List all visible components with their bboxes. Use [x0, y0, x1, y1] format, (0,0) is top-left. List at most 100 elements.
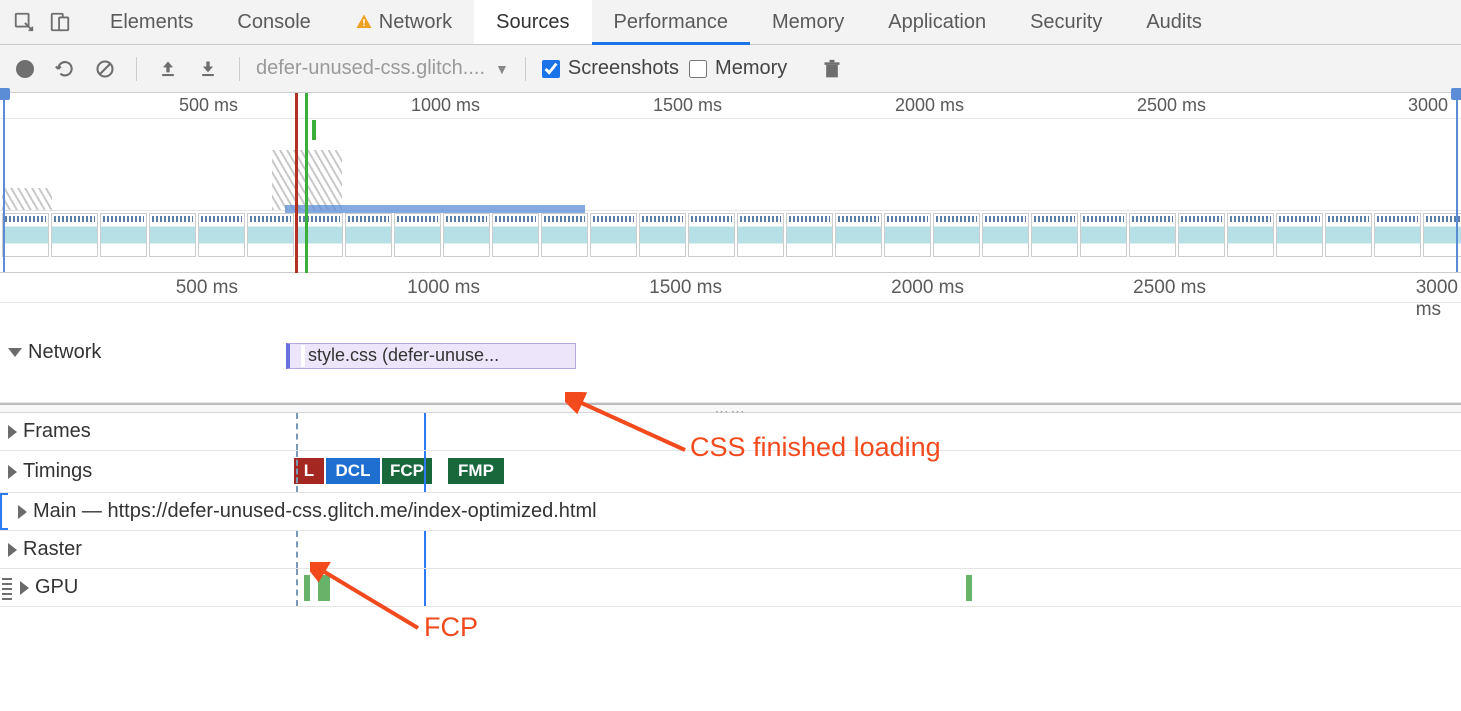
record-button[interactable]	[10, 54, 40, 84]
filmstrip-frame[interactable]	[639, 213, 686, 257]
filmstrip-frame[interactable]	[835, 213, 882, 257]
gpu-stripes-icon	[2, 575, 12, 600]
track-raster-header[interactable]: Raster	[0, 531, 286, 568]
filmstrip-frame[interactable]	[1031, 213, 1078, 257]
filmstrip-frame[interactable]	[149, 213, 196, 257]
track-timings-header[interactable]: Timings	[0, 451, 286, 492]
track-gpu-body[interactable]	[286, 569, 1461, 606]
recording-selector[interactable]: defer-unused-css.glitch.... ▼	[256, 57, 509, 80]
tab-memory[interactable]: Memory	[750, 0, 866, 44]
tab-audits[interactable]: Audits	[1124, 0, 1224, 44]
timing-marker-fmp[interactable]: FMP	[448, 458, 504, 484]
disclosure-triangle-icon	[8, 543, 17, 557]
track-main-header[interactable]: Main — https://defer-unused-css.glitch.m…	[0, 493, 605, 530]
clear-button[interactable]	[90, 54, 120, 84]
filmstrip-frame[interactable]	[933, 213, 980, 257]
annotation-fcp: FCP	[424, 612, 478, 643]
filmstrip-frame[interactable]	[1374, 213, 1421, 257]
track-frames-body[interactable]	[286, 413, 1461, 450]
track-frames-header[interactable]: Frames	[0, 413, 286, 450]
download-profile-icon[interactable]	[193, 54, 223, 84]
network-request-label: style.css (defer-unuse...	[308, 345, 499, 365]
filmstrip-frame[interactable]	[1129, 213, 1176, 257]
gpu-task[interactable]	[304, 575, 310, 601]
detail-ruler: 500 ms 1000 ms 1500 ms 2000 ms 2500 ms 3…	[0, 273, 1461, 303]
timing-marker-l[interactable]: L	[294, 458, 324, 484]
garbage-collect-icon[interactable]	[817, 54, 847, 84]
filmstrip-frame[interactable]	[590, 213, 637, 257]
flamechart-details: 500 ms 1000 ms 1500 ms 2000 ms 2500 ms 3…	[0, 273, 1461, 607]
filmstrip-frame[interactable]	[1423, 213, 1461, 257]
device-toolbar-icon[interactable]	[42, 0, 78, 44]
filmstrip-frame[interactable]	[1227, 213, 1274, 257]
filmstrip-frame[interactable]	[737, 213, 784, 257]
filmstrip-frame[interactable]	[443, 213, 490, 257]
timing-marker-dcl[interactable]: DCL	[326, 458, 380, 484]
screenshots-filmstrip[interactable]	[0, 211, 1461, 267]
ruler-label: 1000 ms	[407, 277, 480, 299]
filmstrip-frame[interactable]	[247, 213, 294, 257]
tab-application[interactable]: Application	[866, 0, 1008, 44]
performance-toolbar: defer-unused-css.glitch.... ▼ Screenshot…	[0, 45, 1461, 93]
ruler-label: 2500 ms	[1133, 277, 1206, 299]
ruler-label: 500 ms	[176, 277, 238, 299]
inspect-element-icon[interactable]	[6, 0, 42, 44]
filmstrip-frame[interactable]	[296, 213, 343, 257]
track-raster-body[interactable]	[286, 531, 1461, 568]
track-network-label: Network	[28, 341, 101, 364]
filmstrip-frame[interactable]	[688, 213, 735, 257]
overview-marker-green	[305, 93, 308, 273]
ruler-label: 1000 ms	[411, 95, 480, 116]
tab-elements[interactable]: Elements	[88, 0, 215, 44]
gpu-task[interactable]	[318, 575, 330, 601]
tab-sources[interactable]: Sources	[474, 0, 591, 44]
track-raster: Raster	[0, 531, 1461, 569]
tab-performance[interactable]: Performance	[592, 0, 751, 44]
filmstrip-frame[interactable]	[1178, 213, 1225, 257]
filmstrip-frame[interactable]	[100, 213, 147, 257]
track-timings-body[interactable]: L DCL FCP FMP	[286, 451, 1461, 492]
reload-button[interactable]	[50, 54, 80, 84]
memory-checkbox[interactable]: Memory	[689, 57, 787, 80]
filmstrip-frame[interactable]	[394, 213, 441, 257]
filmstrip-frame[interactable]	[492, 213, 539, 257]
track-timings-label: Timings	[23, 460, 92, 483]
disclosure-triangle-icon	[20, 581, 29, 595]
filmstrip-frame[interactable]	[1325, 213, 1372, 257]
tab-network[interactable]: Network	[333, 0, 474, 44]
screenshots-checkbox-label: Screenshots	[568, 57, 679, 80]
upload-profile-icon[interactable]	[153, 54, 183, 84]
filmstrip-frame[interactable]	[541, 213, 588, 257]
filmstrip-frame[interactable]	[1080, 213, 1127, 257]
tab-console[interactable]: Console	[215, 0, 332, 44]
track-frames: Frames	[0, 413, 1461, 451]
timeline-dashed-marker	[296, 413, 298, 450]
ruler-label: 1500 ms	[653, 95, 722, 116]
filmstrip-frame[interactable]	[1276, 213, 1323, 257]
track-network-header[interactable]: Network	[0, 303, 286, 402]
ruler-label: 2500 ms	[1137, 95, 1206, 116]
timeline-blue-marker	[424, 531, 426, 568]
filmstrip-frame[interactable]	[198, 213, 245, 257]
screenshots-checkbox-input[interactable]	[542, 60, 560, 78]
memory-checkbox-input[interactable]	[689, 60, 707, 78]
filmstrip-frame[interactable]	[786, 213, 833, 257]
filmstrip-frame[interactable]	[884, 213, 931, 257]
pane-resizer[interactable]: ⋯⋯	[0, 403, 1461, 413]
ruler-label: 2000 ms	[891, 277, 964, 299]
overview-timeline[interactable]: 500 ms 1000 ms 1500 ms 2000 ms 2500 ms 3…	[0, 93, 1461, 273]
gpu-task[interactable]	[966, 575, 972, 601]
ruler-label: 3000	[1408, 95, 1448, 116]
filmstrip-frame[interactable]	[982, 213, 1029, 257]
filmstrip-frame[interactable]	[51, 213, 98, 257]
filmstrip-frame[interactable]	[345, 213, 392, 257]
filmstrip-frame[interactable]	[2, 213, 49, 257]
toolbar-divider	[136, 57, 137, 81]
screenshots-checkbox[interactable]: Screenshots	[542, 57, 679, 80]
recording-selector-label: defer-unused-css.glitch....	[256, 57, 485, 80]
tab-security[interactable]: Security	[1008, 0, 1124, 44]
network-request-bar[interactable]: style.css (defer-unuse...	[286, 343, 576, 369]
track-gpu-label: GPU	[35, 576, 78, 599]
track-timings: Timings L DCL FCP FMP	[0, 451, 1461, 493]
track-gpu-header[interactable]: GPU	[0, 569, 286, 606]
